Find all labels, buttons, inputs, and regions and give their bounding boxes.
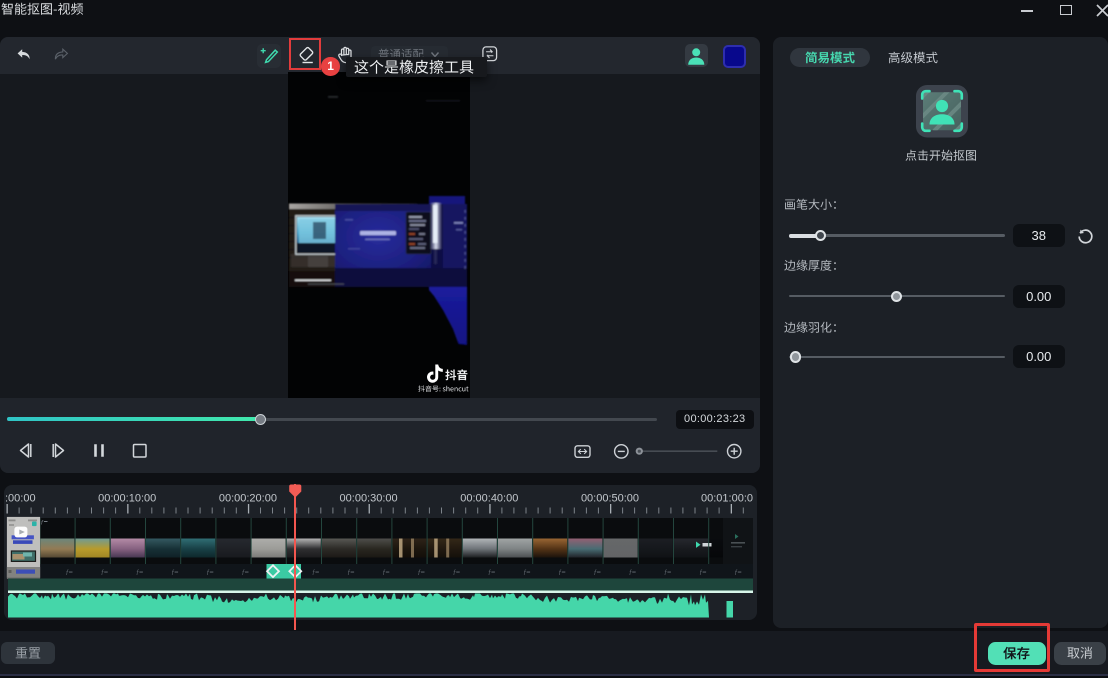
svg-text:00:01:00:0: 00:01:00:0 xyxy=(701,493,753,505)
svg-text:00:00:30:00: 00:00:30:00 xyxy=(340,493,398,505)
svg-text:00:00:50:00: 00:00:50:00 xyxy=(581,493,639,505)
svg-text:00:00:40:00: 00:00:40:00 xyxy=(460,493,518,505)
svg-text::00:00: :00:00 xyxy=(5,493,36,505)
svg-text:00:00:10:00: 00:00:10:00 xyxy=(98,493,156,505)
svg-text:00:00:20:00: 00:00:20:00 xyxy=(219,493,277,505)
